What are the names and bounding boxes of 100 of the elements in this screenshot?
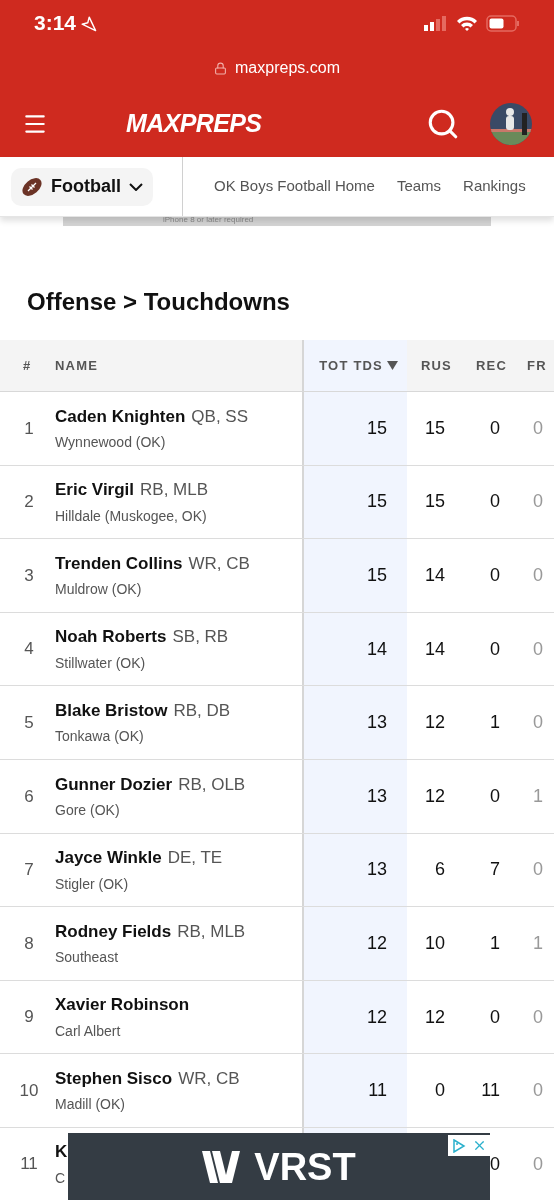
stat-cell-text: 0 [533,416,543,440]
player-positions: DE, TE [167,848,223,868]
player-name[interactable]: Eric Virgil [55,480,135,500]
stat-cell-text: 1 [533,931,543,955]
stat-cell-text: 0 [435,1079,445,1103]
section-heading: Offense > Touchdowns [27,287,291,317]
stat-cell-text: 0 [490,564,500,587]
rank-cell-text: 7 [23,859,35,882]
stat-cell-text: 1 [533,784,543,808]
column-header[interactable]: RUS [407,340,465,391]
school-name: Wynnewood (OK) [55,433,167,453]
player-name[interactable]: Trenden Collins [55,553,183,573]
stat-cell-text: 0 [533,490,543,514]
stat-cell-text: 15 [424,416,445,440]
school-name: Madill (OK) [55,1095,126,1115]
stat-cell-text: 0 [533,711,543,735]
player-name[interactable]: K [55,1142,68,1162]
rank-cell-text: 3 [23,564,35,587]
player-positions: RB, MLB [177,921,246,941]
column-header[interactable]: # [0,340,55,391]
stat-cell-text: 13 [366,784,387,808]
stat-cell-text: 11 [481,1079,500,1103]
signal-icon [424,15,448,31]
school-name: Stillwater (OK) [55,653,147,673]
stat-cell-text: 14 [366,637,387,661]
brand-name: VRST [254,1147,356,1186]
stat-cell-text: 14 [424,564,445,587]
location-icon [80,14,98,32]
player-name[interactable]: Blake Bristow [55,700,168,720]
nav-link[interactable]: OK Boys Football Home [214,175,375,198]
stat-cell-text: 12 [366,931,387,955]
school-name: Southeast [55,948,120,968]
stat-cell-text: 1 [490,711,500,735]
stat-cell-text: 13 [366,858,387,882]
stat-cell-text: 0 [533,1152,543,1176]
player-positions: RB, OLB [178,774,246,794]
wifi-icon [456,15,478,31]
rank-cell-text: 10 [18,1079,40,1102]
school-name: Stigler (OK) [55,874,130,894]
column-header[interactable]: TOT TDS [302,340,407,391]
nav-link[interactable]: Teams [396,175,442,198]
stat-cell-text: 1 [490,931,500,955]
sort-arrow-icon [387,361,398,370]
rank-cell-text: 1 [23,417,35,440]
column-header[interactable]: FR [520,340,554,391]
stat-cell-text: 0 [533,1079,543,1103]
site-logo[interactable]: MAXPREPS [126,104,262,143]
player-name[interactable]: Gunner Dozier [55,774,173,794]
stat-cell-text: 12 [366,1005,387,1029]
stat-cell-text: 0 [533,564,543,587]
stat-cell-text: 0 [490,490,500,514]
player-positions: WR, CB [188,553,250,573]
stat-cell-text: 13 [366,711,387,735]
player-positions: RB, DB [173,700,231,720]
stat-cell-text: 15 [366,490,387,514]
stat-cell-text: 0 [490,1005,500,1029]
school-name: Tonkawa (OK) [55,727,145,747]
sport-dropdown[interactable]: Football [11,167,153,206]
school-name: Muldrow (OK) [55,580,143,600]
stat-cell-text: 15 [366,564,387,587]
stat-cell-text: 7 [490,858,500,882]
stat-cell-text: 0 [533,858,543,882]
player-positions: WR, CB [178,1068,240,1088]
rank-cell-text: 5 [23,711,35,734]
stat-cell-text: 10 [424,931,445,955]
lock-icon [214,61,228,75]
battery-icon [486,14,520,32]
stat-cell-text: 14 [424,637,445,661]
url-text[interactable]: maxpreps.com [235,56,340,80]
rank-cell-text: 8 [23,932,35,955]
player-name[interactable]: Noah Roberts [55,627,167,647]
column-header[interactable]: REC [465,340,520,391]
rank-cell-text: 2 [23,491,35,514]
stat-cell-text: 0 [533,1005,543,1029]
player-name[interactable]: Rodney Fields [55,921,172,941]
stat-cell-text: 6 [435,858,445,882]
column-header[interactable]: NAME [55,340,302,391]
stat-cell-text: 12 [424,711,445,735]
stat-cell-text: 12 [424,1005,445,1029]
school-name: Gore (OK) [55,801,121,820]
rank-cell-text: 4 [23,638,35,661]
stat-cell-text: 15 [366,416,387,440]
player-positions: QB, SS [191,406,249,426]
stat-cell-text: 11 [368,1079,387,1103]
stat-cell-text: 15 [424,490,445,514]
rank-cell-text: 11 [19,1153,39,1176]
ad-info-icon[interactable] [448,1135,469,1156]
school-name: Carl Albert [55,1021,122,1041]
player-name[interactable]: Xavier Robinson [55,995,190,1015]
rank-cell-text: 9 [23,1006,35,1029]
ad-banner[interactable]: VRST [68,1133,490,1200]
school-name: Hilldale (Muskogee, OK) [55,506,208,526]
stat-cell-text: 0 [533,637,543,661]
rank-cell-text: 6 [23,785,35,808]
nav-link[interactable]: Rankings [463,175,526,198]
school-name: C [55,1169,67,1188]
player-name[interactable]: Stephen Sisco [55,1068,173,1088]
football-icon [21,175,43,198]
player-name[interactable]: Caden Knighten [55,406,186,426]
player-name[interactable]: Jayce Winkle [55,848,162,868]
